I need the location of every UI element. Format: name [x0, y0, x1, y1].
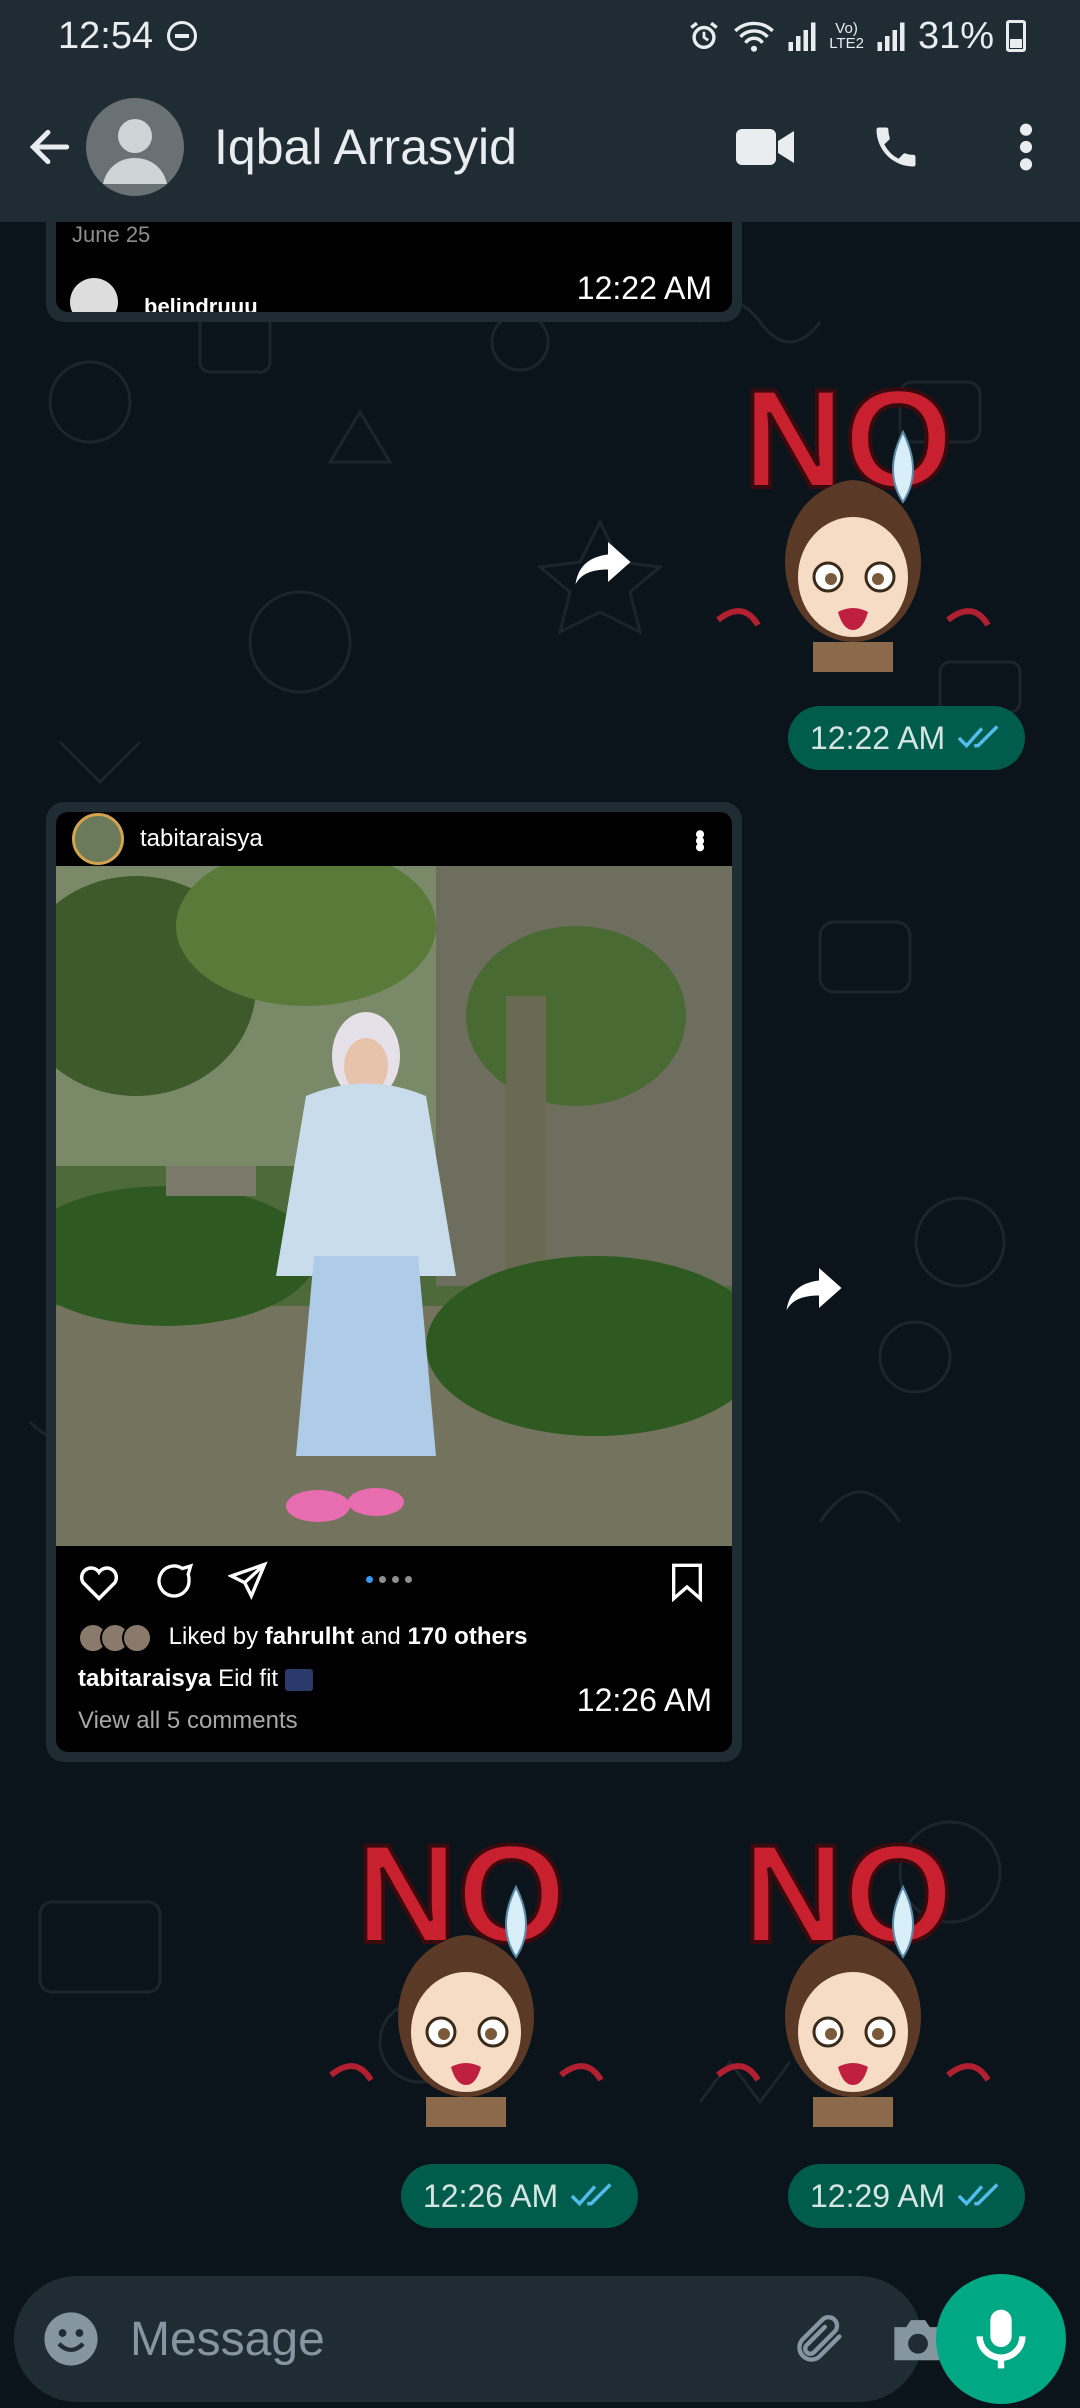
avatar[interactable]: [86, 98, 184, 196]
ig-share-icon[interactable]: [228, 1561, 268, 1601]
contact-name[interactable]: Iqbal Arrasyid: [214, 118, 736, 176]
do-not-disturb-icon: [167, 21, 198, 51]
ig-username: tabitaraisya: [140, 825, 263, 852]
emoji-icon: [44, 2312, 98, 2366]
battery-icon: [1006, 20, 1026, 52]
ig-post-header: tabitaraisya •••: [56, 812, 732, 866]
ig-like-icon[interactable]: [78, 1561, 120, 1601]
liked-avatars: [78, 1622, 152, 1653]
volte-label: LTE2: [829, 35, 864, 52]
message-time: 12:26 AM: [576, 1682, 712, 1718]
attach-icon: [797, 2315, 842, 2362]
message-time-pill: 12:26 AM: [401, 2164, 639, 2228]
no-sticker[interactable]: NO: [311, 1827, 611, 2127]
voice-call-button[interactable]: [866, 117, 926, 177]
comment-user: belindruuu: [144, 294, 258, 312]
status-right: Vo) LTE2 31%: [687, 15, 1026, 58]
no-sticker[interactable]: NO: [698, 1827, 998, 2127]
mic-icon: [976, 2309, 1026, 2369]
ig-post-photo[interactable]: [56, 866, 732, 1546]
ig-save-icon[interactable]: [670, 1562, 704, 1602]
instagram-preview[interactable]: June 25 belindruuu 12:22 AM: [56, 222, 732, 312]
liked-others: 170 others: [407, 1623, 528, 1650]
night-emoji-icon: [284, 1668, 313, 1691]
battery-percent: 31%: [917, 14, 994, 57]
liked-prefix: Liked by: [168, 1623, 259, 1650]
video-call-button[interactable]: [736, 117, 796, 177]
chat-header: Iqbal Arrasyid: [0, 72, 1080, 222]
voice-message-button[interactable]: [936, 2274, 1066, 2404]
ig-user-avatar: [72, 813, 124, 865]
back-arrow-icon: [29, 129, 70, 165]
caption-text: Eid fit: [218, 1665, 279, 1692]
instagram-preview[interactable]: tabitaraisya ••• Liked by fahrulht and 1…: [56, 812, 732, 1752]
video-call-icon: [736, 129, 794, 165]
message-time: 12:29 AM: [810, 2177, 946, 2214]
more-options-button[interactable]: [996, 117, 1056, 177]
heart-eyes-emoji-icon: ●●●: [354, 1749, 398, 1752]
read-receipt-icon: [957, 725, 999, 749]
instagram-share-bubble[interactable]: tabitaraisya ••• Liked by fahrulht and 1…: [46, 802, 742, 1762]
message-time: 12:26 AM: [423, 2177, 559, 2214]
volte-label: Vo): [835, 20, 858, 37]
signal-icon: [788, 22, 816, 51]
attach-button[interactable]: [791, 2307, 849, 2371]
read-receipt-icon: [957, 2183, 999, 2207]
message-time: 12:22 AM: [576, 270, 712, 306]
wifi-icon: [734, 21, 775, 52]
forward-button[interactable]: [563, 522, 643, 602]
message-composer: [0, 2270, 1080, 2408]
no-sticker[interactable]: NO: [698, 372, 998, 672]
ig-actions: [56, 1546, 732, 1616]
status-time: 12:54: [58, 14, 154, 57]
message-time-pill: 12:22 AM: [788, 706, 1026, 770]
read-receipt-icon: [570, 2183, 612, 2207]
alarm-icon: [690, 21, 718, 50]
comment-text: lucuuu: [277, 1749, 348, 1752]
instagram-share-bubble[interactable]: June 25 belindruuu 12:22 AM: [46, 222, 742, 322]
ig-more-icon: •••: [683, 829, 716, 849]
photo-garden-scene: [56, 866, 732, 1546]
liked-middle: and: [360, 1623, 401, 1650]
status-left: 12:54: [58, 14, 198, 58]
ig-comment-icon[interactable]: [154, 1561, 194, 1601]
carousel-dots: [366, 1576, 412, 1583]
forward-icon: [575, 542, 631, 585]
chat-area[interactable]: June 25 belindruuu 12:22 AM NO 12:22 AM …: [0, 222, 1080, 2270]
back-button[interactable]: [20, 117, 80, 177]
comment-avatar: [70, 278, 118, 312]
comment-user: pingkanazischaa: [78, 1749, 270, 1752]
post-date: June 25: [72, 222, 151, 247]
message-time-pill: 12:29 AM: [788, 2164, 1026, 2228]
message-input[interactable]: [130, 2311, 751, 2367]
more-options-icon: [1019, 123, 1033, 171]
ig-likes-line: Liked by fahrulht and 170 others: [56, 1616, 732, 1658]
ig-comment-line: pingkanazischaa lucuuu ●●●: [56, 1742, 732, 1752]
forward-button[interactable]: [774, 1248, 854, 1328]
volte-icon: Vo) LTE2: [829, 21, 864, 51]
signal-icon: [877, 22, 905, 51]
status-bar: 12:54 Vo) LTE2 31%: [0, 0, 1080, 72]
voice-call-icon: [876, 127, 916, 167]
message-field[interactable]: [14, 2276, 942, 2402]
default-avatar-icon: [103, 119, 167, 184]
message-time: 12:22 AM: [810, 719, 946, 756]
caption-user: tabitaraisya: [78, 1665, 212, 1692]
emoji-button[interactable]: [42, 2307, 100, 2371]
forward-icon: [786, 1268, 842, 1311]
header-actions: [736, 117, 1056, 177]
liked-user: fahrulht: [264, 1623, 355, 1650]
